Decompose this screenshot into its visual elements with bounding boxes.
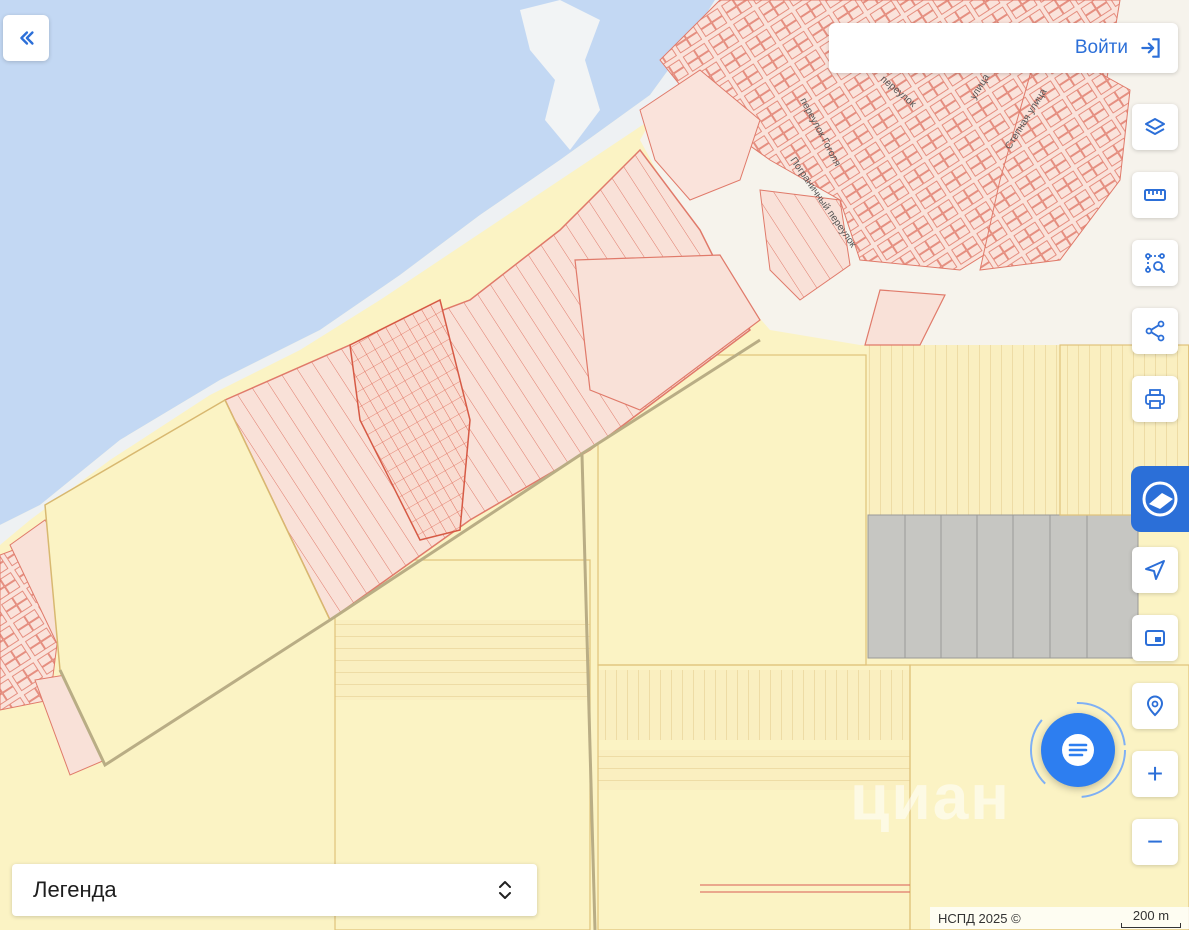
minus-icon: −: [1146, 826, 1164, 857]
nspd-brand-button[interactable]: [1131, 466, 1189, 532]
scale-label: 200 m: [1132, 908, 1170, 923]
gray-blocks-area: [867, 514, 1139, 659]
chat-button[interactable]: [1041, 713, 1115, 787]
nspd-logo-icon: [1142, 481, 1178, 517]
area-select-icon: [1145, 253, 1165, 273]
share-button[interactable]: [1132, 308, 1178, 354]
zoom-in-button[interactable]: +: [1132, 751, 1178, 797]
cadastral-map[interactable]: переулок Гоголя переулок Степная улица у…: [0, 0, 1189, 930]
attribution-text: НСПД 2025 ©: [938, 910, 1021, 926]
double-chevron-left-icon: [20, 31, 34, 45]
chevron-up-down-icon: [499, 881, 511, 899]
ruler-icon: [1144, 189, 1166, 201]
location-search-icon: [1146, 695, 1164, 717]
share-icon: [1145, 320, 1165, 342]
picture-in-picture-icon: [1145, 630, 1165, 646]
zoom-out-button[interactable]: −: [1132, 819, 1178, 865]
login-label: Войти: [1074, 37, 1128, 58]
login-icon: [1141, 38, 1160, 58]
geolocate-button[interactable]: [1132, 547, 1178, 593]
minimap-button[interactable]: [1132, 615, 1178, 661]
chat-bubble-icon: [1062, 734, 1094, 766]
ruler-button[interactable]: [1132, 172, 1178, 218]
lower-field-right: [598, 670, 910, 740]
printer-icon: [1145, 389, 1165, 409]
login-button[interactable]: Войти: [829, 23, 1178, 73]
navigation-arrow-icon: [1145, 560, 1165, 580]
lower-field-left: [335, 620, 590, 700]
layers-button[interactable]: [1132, 104, 1178, 150]
layers-icon: [1145, 118, 1165, 135]
scale-bar: 200 m: [1121, 908, 1181, 928]
collapse-panel-button[interactable]: [3, 15, 49, 61]
lower-field-bottom: [598, 750, 910, 790]
print-button[interactable]: [1132, 376, 1178, 422]
map-attribution: НСПД 2025 © 200 m: [930, 907, 1189, 929]
location-search-button[interactable]: [1132, 683, 1178, 729]
chat-widget[interactable]: [1028, 700, 1128, 800]
legend-label: Легенда: [33, 877, 117, 902]
area-select-button[interactable]: [1132, 240, 1178, 286]
legend-dropdown[interactable]: Легенда: [12, 864, 537, 916]
plus-icon: +: [1146, 758, 1164, 789]
